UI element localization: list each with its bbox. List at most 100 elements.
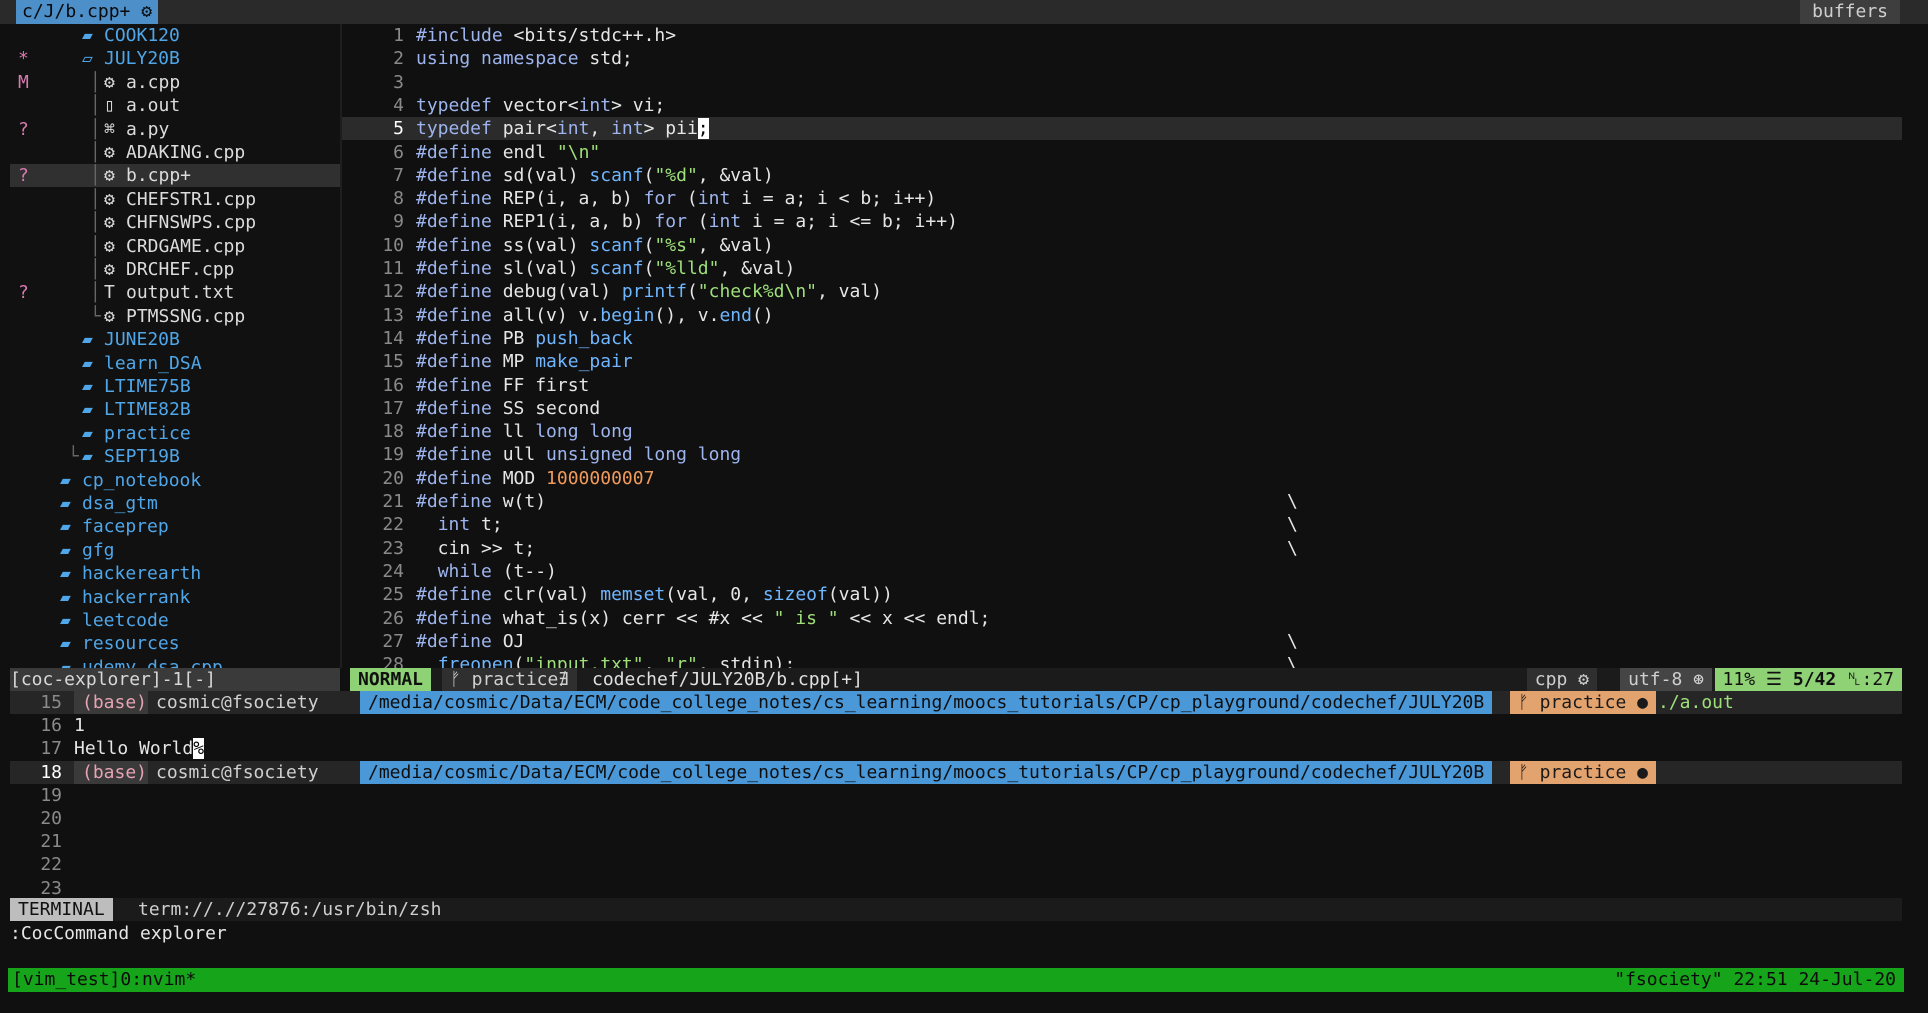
folder-open-icon: ▱: [82, 48, 93, 70]
terminal-line: 18 (base) cosmic@fsociety/media/cosmic/Dat…: [10, 760, 1902, 784]
code-line[interactable]: 6 #define endl "\n": [342, 141, 1902, 164]
explorer-row[interactable]: ▰ cp_notebook: [10, 469, 340, 492]
code-line[interactable]: 15 #define MP make_pair: [342, 350, 1902, 373]
code-line[interactable]: 8 #define REP(i, a, b) for (int i = a; i …: [342, 187, 1902, 210]
explorer-row[interactable]: ▰ udemy_dsa_cpp: [10, 656, 340, 668]
code-line[interactable]: 9 #define REP1(i, a, b) for (int i = a; i…: [342, 210, 1902, 233]
explorer-row[interactable]: │ ⚙ CRDGAME.cpp: [10, 235, 340, 258]
cpp-icon: ⚙: [1578, 669, 1589, 690]
code-line[interactable]: 13 #define all(v) v.begin(), v.end(): [342, 304, 1902, 327]
code-line[interactable]: 4 typedef vector<int> vi;: [342, 94, 1902, 117]
explorer-row[interactable]: ▰ resources: [10, 632, 340, 655]
code-line[interactable]: 11 #define sl(val) scanf("%lld", &val): [342, 257, 1902, 280]
line-number: 13: [382, 304, 404, 326]
code-line[interactable]: 22 int t; \: [342, 513, 1902, 536]
code-line[interactable]: 21 #define w(t) \: [342, 490, 1902, 513]
code-text: using namespace std;: [416, 48, 633, 70]
code-line[interactable]: 26 #define what_is(x) cerr << #x << " is …: [342, 607, 1902, 630]
code-text: #define REP1(i, a, b) for (int i = a; i …: [416, 211, 958, 233]
code-text: #define w(t): [416, 491, 547, 512]
code-text: freopen("input.txt", "r", stdin);: [437, 654, 796, 668]
terminal-line: 15 (base) cosmic@fsociety/media/cosmic/Dat…: [10, 691, 1902, 714]
explorer-row[interactable]: └ ⚙ PTMSSNG.cpp: [10, 305, 340, 328]
line-number: 12: [382, 281, 404, 303]
code-line[interactable]: 25 #define clr(val) memset(val, 0, sizeof…: [342, 583, 1902, 606]
explorer-item-name: SEPT19B: [104, 446, 180, 468]
tabline: c/J/b.cpp+ ⚙ buffers: [0, 0, 1928, 24]
explorer-status-text: [coc-explorer]-1[-]: [10, 669, 216, 690]
code-text: #define MOD 1000000007: [416, 467, 655, 489]
code-line[interactable]: 19 #define ull unsigned long long: [342, 443, 1902, 466]
tree-guide: └: [68, 446, 79, 468]
code-line[interactable]: 12 #define debug(val) printf("check%d\n",…: [342, 280, 1902, 303]
terminal-line-number: 16: [40, 715, 62, 737]
terminal-line: 22: [10, 853, 1902, 876]
terminal-line: 20: [10, 807, 1902, 830]
code-text: #define all(v) v.begin(), v.end(): [416, 304, 774, 326]
code-line[interactable]: 17 #define SS second: [342, 397, 1902, 420]
code-text: #define sl(val) scanf("%lld", &val): [416, 258, 796, 279]
explorer-row[interactable]: ? │ ⚙ b.cpp+: [10, 164, 340, 188]
code-line[interactable]: 5 typedef pair<int, int> pii;: [342, 117, 1902, 141]
conda-env: (base): [74, 760, 156, 784]
terminal-line: 23: [10, 877, 1902, 896]
explorer-row[interactable]: ▰ practice: [10, 422, 340, 445]
code-line[interactable]: 1 #include <bits/stdc++.h>: [342, 24, 1902, 47]
folder-icon: ▰: [60, 563, 71, 585]
explorer-row[interactable]: ▰ hackerrank: [10, 586, 340, 609]
code-line[interactable]: 2 using namespace std;: [342, 47, 1902, 70]
cpp-file-icon: ⚙: [104, 188, 115, 210]
code-line[interactable]: 24 while (t--): [342, 560, 1902, 583]
tab-active-buffer[interactable]: c/J/b.cpp+ ⚙: [16, 0, 159, 24]
explorer-row[interactable]: ▰ hackerearth: [10, 562, 340, 585]
explorer-row[interactable]: │ ⚙ CHFNSWPS.cpp: [10, 211, 340, 234]
code-line[interactable]: 14 #define PB push_back: [342, 327, 1902, 350]
explorer-row[interactable]: ▰ dsa_gtm: [10, 492, 340, 515]
mode-indicator: NORMAL: [350, 668, 432, 691]
explorer-row[interactable]: │ ⚙ CHEFSTR1.cpp: [10, 188, 340, 211]
buffers-label[interactable]: buffers: [1800, 0, 1900, 24]
code-text: #define REP(i, a, b) for (int i = a; i <…: [416, 188, 937, 210]
explorer-row[interactable]: │ ⚙ ADAKING.cpp: [10, 141, 340, 164]
explorer-row[interactable]: ? │ Toutput.txt: [10, 281, 340, 304]
explorer-item-name: CHEFSTR1.cpp: [126, 188, 257, 210]
explorer-row[interactable]: │ ⚙ DRCHEF.cpp: [10, 258, 340, 281]
command-line[interactable]: :CocCommand explorer: [10, 922, 1902, 945]
explorer-item-name: a.out: [126, 95, 181, 117]
explorer-row[interactable]: ▰ leetcode: [10, 609, 340, 632]
tmux-window-list[interactable]: [vim_test]0:nvim*: [12, 968, 196, 992]
code-line[interactable]: 23 cin >> t; \: [342, 537, 1902, 560]
explorer-row[interactable]: ▰ gfg: [10, 539, 340, 562]
explorer-row[interactable]: │ ▯ a.out: [10, 94, 340, 117]
tree-guide: │: [90, 212, 101, 234]
code-line[interactable]: 28 freopen("input.txt", "r", stdin); \: [342, 653, 1902, 668]
code-line[interactable]: 18 #define ll long long: [342, 420, 1902, 443]
code-line[interactable]: 20 #define MOD 1000000007: [342, 467, 1902, 490]
explorer-row[interactable]: ▰ LTIME75B: [10, 375, 340, 398]
code-editor[interactable]: 1 #include <bits/stdc++.h> 2 using namespac…: [342, 24, 1902, 668]
code-line[interactable]: 7 #define sd(val) scanf("%d", &val): [342, 164, 1902, 187]
line-number: 6: [393, 141, 404, 163]
code-line[interactable]: 27 #define OJ \: [342, 630, 1902, 653]
line-number: 23: [382, 537, 404, 559]
explorer-row[interactable]: ▰ learn_DSA: [10, 352, 340, 375]
code-line[interactable]: 3: [342, 71, 1902, 94]
explorer-row[interactable]: * ▱ JULY20B: [10, 47, 340, 70]
explorer-item-name: CRDGAME.cpp: [126, 235, 246, 257]
folder-icon: ▰: [82, 422, 93, 444]
code-text: #define SS second: [416, 397, 601, 419]
explorer-row[interactable]: └ ▰ SEPT19B: [10, 445, 340, 468]
explorer-row[interactable]: ▰ COOK120: [10, 24, 340, 47]
explorer-row[interactable]: M │ ⚙ a.cpp: [10, 71, 340, 94]
terminal-pane[interactable]: 15 (base) cosmic@fsociety/media/cosmic/Dat…: [10, 691, 1902, 896]
explorer-row[interactable]: ▰ LTIME82B: [10, 398, 340, 421]
code-line[interactable]: 16 #define FF first: [342, 374, 1902, 397]
line-number: 16: [382, 374, 404, 396]
explorer-row[interactable]: ▰ faceprep: [10, 515, 340, 538]
explorer-item-name: a.cpp: [126, 71, 181, 93]
text-file-icon: T: [104, 282, 115, 304]
code-line[interactable]: 10 #define ss(val) scanf("%s", &val): [342, 234, 1902, 257]
explorer-row[interactable]: ▰ JUNE20B: [10, 328, 340, 351]
code-text: #define ss(val) scanf("%s", &val): [416, 234, 774, 256]
explorer-row[interactable]: ? │ ⌘ a.py: [10, 118, 340, 141]
